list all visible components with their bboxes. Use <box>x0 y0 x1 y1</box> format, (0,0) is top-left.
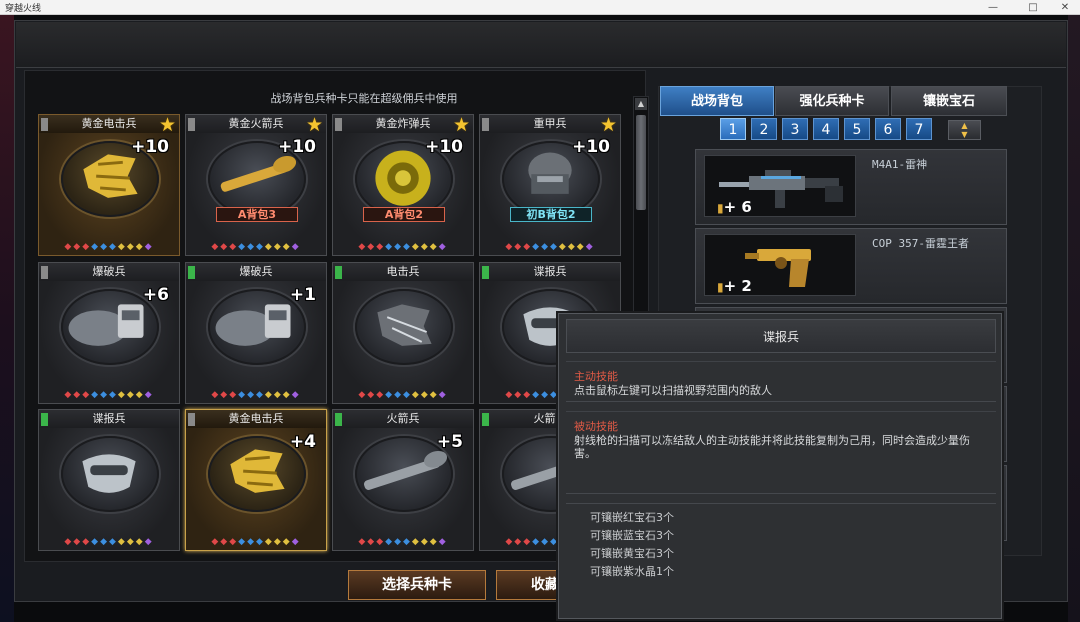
socket-line: 可镶嵌紫水晶1个 <box>590 565 674 578</box>
soldier-card[interactable]: 重甲兵 ★ +10 初B背包2 ◆◆◆◆◆◆◆◆◆◆ <box>479 114 621 256</box>
tooltip-title: 谍报兵 <box>566 319 996 353</box>
soldier-card[interactable]: 黄金电击兵 +4 ◆◆◆◆◆◆◆◆◆◆ <box>185 409 327 551</box>
active-skill-text: 点击鼠标左键可以扫描视野范围内的敌人 <box>574 384 772 397</box>
gem-sockets: ◆◆◆◆◆◆◆◆◆◆ <box>64 537 154 547</box>
bullet-icon: ▮ <box>717 280 724 294</box>
armor-helmet-icon <box>528 152 572 194</box>
gem-sockets: ◆◆◆◆◆◆◆◆◆◆ <box>505 242 595 252</box>
chevron-down-icon: ▼ <box>961 130 968 139</box>
gem-sockets: ◆◆◆◆◆◆◆◆◆◆ <box>358 390 448 400</box>
card-level: +10 <box>278 137 316 157</box>
weapon-count: ▮+ 6 <box>717 198 752 216</box>
passive-skill-label: 被动技能 <box>574 420 618 433</box>
golden-rocket-icon <box>220 155 297 192</box>
page-button[interactable]: 2 <box>751 118 777 140</box>
weapon-thumbnail: ▮+ 6 <box>704 155 856 217</box>
window-title: 穿越火线 <box>5 4 42 14</box>
weapon-name: M4A1-雷神 <box>872 158 928 171</box>
card-level: +6 <box>142 285 169 305</box>
scroll-thumb[interactable] <box>636 115 646 210</box>
soldier-card[interactable]: 火箭兵 +5 ◆◆◆◆◆◆◆◆◆◆ <box>332 409 474 551</box>
card-level: +4 <box>289 432 316 452</box>
page-button[interactable]: 7 <box>906 118 932 140</box>
soldier-card[interactable]: 黄金火箭兵 ★ +10 A背包3 ◆◆◆◆◆◆◆◆◆◆ <box>185 114 327 256</box>
socket-line: 可镶嵌红宝石3个 <box>590 511 674 524</box>
golden-claw-icon <box>230 449 285 493</box>
passive-skill-text: 射线枪的扫描可以冻结敌人的主动技能并将此技能复制为己用，同时会造成少量伤害。 <box>574 434 970 460</box>
gem-sockets: ◆◆◆◆◆◆◆◆◆◆ <box>211 390 301 400</box>
page-button[interactable]: 1 <box>720 118 746 140</box>
card-backpack-badge: A背包3 <box>216 207 298 222</box>
page-up-down-button[interactable]: ▲ ▼ <box>948 120 981 140</box>
soldier-card[interactable]: 黄金电击兵 ★ +10 ◆◆◆◆◆◆◆◆◆◆ <box>38 114 180 256</box>
rocket-launcher-icon <box>364 450 448 490</box>
divider <box>566 493 996 494</box>
c4-explosive-icon <box>215 304 291 346</box>
weapon-slot[interactable]: ▮+ 6 M4A1-雷神 <box>695 149 1007 225</box>
gem-sockets: ◆◆◆◆◆◆◆◆◆◆ <box>64 390 154 400</box>
soldier-card[interactable]: 爆破兵 +1 ◆◆◆◆◆◆◆◆◆◆ <box>185 262 327 404</box>
golden-bomb-icon <box>375 150 431 206</box>
weapon-slot[interactable]: ▮+ 2 COP 357-雷霆王者 <box>695 228 1007 304</box>
socket-line: 可镶嵌蓝宝石3个 <box>590 529 674 542</box>
socket-line: 可镶嵌黄宝石3个 <box>590 547 674 560</box>
active-skill-label: 主动技能 <box>574 370 618 383</box>
page-button[interactable]: 5 <box>844 118 870 140</box>
select-card-button[interactable]: 选择兵种卡 <box>348 570 486 600</box>
tooltip-passive-skill: 被动技能 射线枪的扫描可以冻结敌人的主动技能并将此技能复制为己用，同时会造成少量… <box>566 411 996 491</box>
page-button[interactable]: 4 <box>813 118 839 140</box>
page-button[interactable]: 6 <box>875 118 901 140</box>
background-edge-right <box>1068 15 1080 622</box>
card-tooltip: 谍报兵 主动技能 点击鼠标左键可以扫描视野范围内的敌人 被动技能 射线枪的扫描可… <box>556 311 1004 621</box>
bullet-icon: ▮ <box>717 201 724 215</box>
gem-sockets: ◆◆◆◆◆◆◆◆◆◆ <box>64 242 154 252</box>
weapon-thumbnail: ▮+ 2 <box>704 234 856 296</box>
card-level: +5 <box>436 432 463 452</box>
dialog-header-band <box>16 22 1066 68</box>
card-level: +1 <box>289 285 316 305</box>
spy-mask-icon <box>82 454 136 493</box>
divider <box>566 503 996 504</box>
soldier-card[interactable]: 电击兵 ◆◆◆◆◆◆◆◆◆◆ <box>332 262 474 404</box>
divider <box>566 401 996 402</box>
tab-inlay-gem[interactable]: 镶嵌宝石 <box>891 86 1007 116</box>
golden-claw-icon <box>83 154 138 198</box>
gem-sockets: ◆◆◆◆◆◆◆◆◆◆ <box>211 242 301 252</box>
weapon-name: COP 357-雷霆王者 <box>872 237 969 250</box>
gem-sockets: ◆◆◆◆◆◆◆◆◆◆ <box>211 537 301 547</box>
chevron-up-icon: ▲ <box>961 121 968 130</box>
c4-explosive-icon <box>68 304 144 346</box>
electric-claw-icon <box>377 304 432 346</box>
card-backpack-badge: A背包2 <box>363 207 445 222</box>
card-level: +10 <box>425 137 463 157</box>
soldier-card[interactable]: 谍报兵◆◆◆◆◆◆◆◆◆◆ <box>38 409 180 551</box>
card-level: +10 <box>572 137 610 157</box>
weapon-count: ▮+ 2 <box>717 277 752 295</box>
tooltip-active-skill: 主动技能 点击鼠标左键可以扫描视野范围内的敌人 <box>566 361 996 405</box>
gem-sockets: ◆◆◆◆◆◆◆◆◆◆ <box>358 537 448 547</box>
close-button[interactable]: ✕ <box>1054 0 1076 15</box>
card-level: +10 <box>131 137 169 157</box>
soldier-card[interactable]: 爆破兵 +6 ◆◆◆◆◆◆◆◆◆◆ <box>38 262 180 404</box>
window-titlebar: 穿越火线 — □ ✕ <box>0 0 1080 15</box>
minimize-button[interactable]: — <box>982 0 1004 15</box>
soldier-card[interactable]: 黄金炸弹兵 ★ +10 A背包2 ◆◆◆◆◆◆◆◆◆◆ <box>332 114 474 256</box>
maximize-button[interactable]: □ <box>1022 0 1044 15</box>
background-edge-left <box>0 15 14 622</box>
scroll-up-arrow-icon[interactable]: ▲ <box>635 98 647 110</box>
gem-sockets: ◆◆◆◆◆◆◆◆◆◆ <box>358 242 448 252</box>
hint-text: 战场背包兵种卡只能在超级佣兵中使用 <box>270 92 458 105</box>
card-backpack-badge: 初B背包2 <box>510 207 592 222</box>
tab-battle-backpack[interactable]: 战场背包 <box>660 86 774 116</box>
page-button[interactable]: 3 <box>782 118 808 140</box>
tab-upgrade-card[interactable]: 强化兵种卡 <box>775 86 889 116</box>
